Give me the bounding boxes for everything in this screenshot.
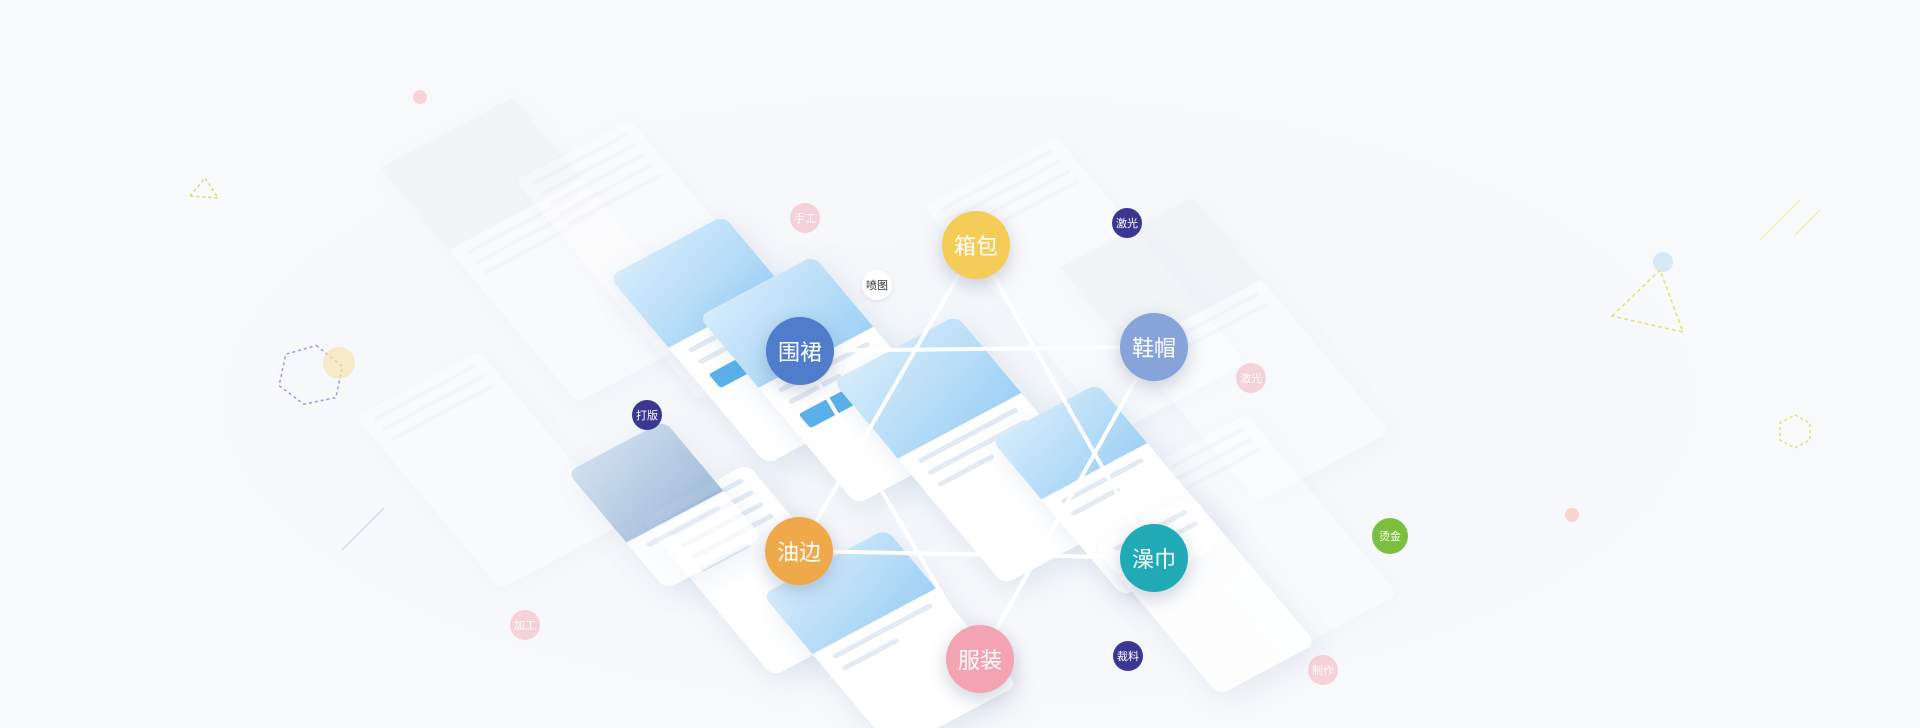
tag-label: 喷图 bbox=[866, 279, 888, 292]
connector-line bbox=[974, 243, 1156, 560]
node-label: 鞋帽 bbox=[1131, 337, 1176, 362]
tag-label: 打版 bbox=[636, 409, 658, 422]
node-apparel[interactable]: 服装 bbox=[946, 625, 1014, 693]
tag-handmade[interactable]: 手工 bbox=[790, 203, 820, 233]
node-label: 箱包 bbox=[953, 235, 998, 260]
tag-label: 激光 bbox=[1240, 372, 1262, 385]
tag-laser[interactable]: 激光 bbox=[1112, 208, 1142, 238]
tag-laser-faded[interactable]: 激光 bbox=[1236, 363, 1266, 393]
hero-banner: 箱包 围裙 鞋帽 油边 澡巾 服装 手工 激光 喷图 打版 激光 烫金 裁料 加… bbox=[0, 0, 1920, 728]
node-bags[interactable]: 箱包 bbox=[942, 211, 1010, 279]
node-label: 油边 bbox=[776, 541, 821, 566]
node-label: 澡巾 bbox=[1131, 548, 1176, 573]
tag-processing[interactable]: 加工 bbox=[510, 610, 540, 640]
tag-label: 激光 bbox=[1116, 217, 1138, 230]
tag-pattern-making[interactable]: 打版 bbox=[632, 400, 662, 430]
tag-spray-print[interactable]: 喷图 bbox=[862, 270, 892, 300]
node-hats[interactable]: 鞋帽 bbox=[1120, 313, 1188, 381]
node-label: 围裙 bbox=[777, 341, 822, 366]
tag-label: 加工 bbox=[514, 619, 536, 632]
connector-line bbox=[978, 345, 1156, 661]
tag-label: 烫金 bbox=[1379, 530, 1401, 543]
tag-gilding[interactable]: 烫金 bbox=[1372, 518, 1408, 554]
tag-cutting[interactable]: 裁料 bbox=[1113, 641, 1143, 671]
tag-label: 裁料 bbox=[1117, 650, 1139, 663]
node-label: 服装 bbox=[957, 649, 1002, 674]
connector-line bbox=[798, 345, 1156, 353]
connector-line bbox=[797, 549, 1156, 560]
network-lines bbox=[797, 243, 1156, 661]
node-edge-oiling[interactable]: 油边 bbox=[765, 517, 833, 585]
node-apron[interactable]: 围裙 bbox=[766, 317, 834, 385]
tag-label: 制作 bbox=[1312, 664, 1334, 677]
node-towel[interactable]: 澡巾 bbox=[1120, 524, 1188, 592]
tag-making[interactable]: 制作 bbox=[1308, 655, 1338, 685]
tag-label: 手工 bbox=[794, 212, 816, 225]
